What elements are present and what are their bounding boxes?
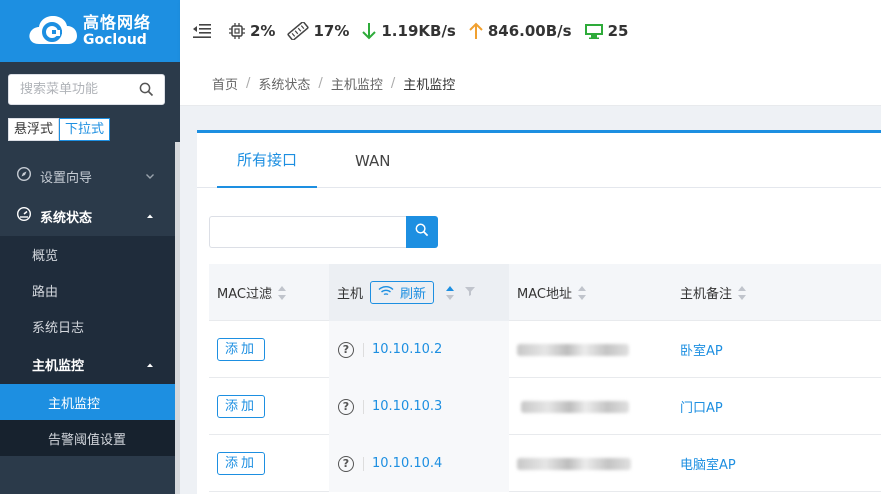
breadcrumb-system-status[interactable]: 系统状态 (258, 74, 310, 93)
sidebar-item-system-log[interactable]: 系统日志 (0, 308, 175, 344)
cloud-logo-icon (27, 14, 79, 48)
sidebar-item-host-monitor-group[interactable]: 主机监控 (0, 344, 175, 384)
wifi-icon (378, 285, 394, 301)
unknown-device-icon: ? (338, 398, 354, 415)
host-filter (209, 216, 438, 248)
mac-address-redacted (517, 343, 629, 356)
add-mac-filter-button[interactable]: 添加 (217, 395, 266, 418)
host-remark-link[interactable]: 卧室AP (680, 340, 723, 359)
mac-address-redacted (517, 457, 631, 470)
brand-logo[interactable]: 高恪网络 Gocloud (0, 0, 180, 62)
caret-up-icon (145, 359, 155, 374)
breadcrumb-separator: / (390, 76, 396, 91)
dashboard-gauge-icon (16, 206, 32, 226)
table-row: 添加 ? 10.10.10.3 门口AP (209, 378, 881, 435)
add-mac-filter-button[interactable]: 添加 (217, 452, 266, 475)
menu-collapse-icon[interactable] (192, 23, 212, 39)
filter-funnel-icon[interactable] (464, 285, 476, 301)
host-monitor-submenu: 主机监控 告警阈值设置 (0, 384, 175, 456)
dropdown-mode-button[interactable]: 下拉式 (59, 118, 111, 141)
column-host[interactable]: 主机 刷新 (329, 264, 509, 321)
host-ip-link[interactable]: 10.10.10.4 (372, 456, 442, 471)
download-arrow-icon (361, 22, 377, 40)
breadcrumb-current: 主机监控 (403, 78, 456, 93)
refresh-button[interactable]: 刷新 (370, 281, 435, 304)
monitor-icon (584, 22, 604, 40)
compass-icon (16, 166, 32, 186)
unknown-device-icon: ? (338, 455, 354, 472)
memory-icon (287, 22, 310, 40)
sidebar: 悬浮式 下拉式 设置向导 系统状态 概览 路由 系统日志 (0, 62, 180, 494)
host-table: MAC过滤 主机 刷新 MAC地址 主机备注 添加 ? 10.10.10.2 卧… (209, 264, 881, 492)
sidebar-item-overview[interactable]: 概览 (0, 236, 175, 272)
brand-name-cn: 高恪网络 (83, 13, 152, 32)
interface-tabs: 所有接口 WAN (197, 133, 881, 188)
add-mac-filter-button[interactable]: 添加 (217, 338, 266, 361)
host-remark-link[interactable]: 电脑室AP (680, 454, 736, 473)
sidebar-item-label: 系统状态 (40, 210, 93, 226)
system-status-submenu: 概览 路由 系统日志 主机监控 主机监控 告警阈值设置 (0, 236, 175, 456)
brand-name-en: Gocloud (83, 32, 147, 48)
column-mac-address[interactable]: MAC地址 (509, 264, 672, 321)
sort-icon[interactable] (738, 285, 747, 300)
sort-icon[interactable] (277, 285, 286, 300)
caret-up-icon (145, 210, 155, 225)
column-host-remark[interactable]: 主机备注 (672, 264, 872, 321)
sidebar-item-label: 设置向导 (40, 170, 93, 186)
breadcrumb: 首页 / 系统状态 / 主机监控 / 主机监控 (180, 62, 881, 106)
sort-icon[interactable] (446, 285, 455, 300)
sidebar-item-routing[interactable]: 路由 (0, 272, 175, 308)
host-search-input[interactable] (209, 216, 406, 248)
upload-arrow-icon (468, 22, 484, 40)
table-header: MAC过滤 主机 刷新 MAC地址 主机备注 (209, 264, 881, 321)
table-row: 添加 ? 10.10.10.2 卧室AP (209, 321, 881, 378)
sidebar-item-setup-wizard[interactable]: 设置向导 (0, 156, 175, 196)
tab-all-interfaces[interactable]: 所有接口 (217, 133, 318, 188)
cpu-icon (228, 22, 246, 40)
host-monitor-panel: 所有接口 WAN MAC过滤 主机 刷新 MAC地址 主机备注 添加 ? 10.… (197, 130, 881, 494)
sort-icon[interactable] (577, 285, 586, 300)
memory-usage: 17% (287, 22, 349, 40)
cpu-usage: 2% (228, 22, 275, 40)
sidebar-item-alarm-threshold[interactable]: 告警阈值设置 (0, 420, 175, 456)
host-remark-link[interactable]: 门口AP (680, 397, 723, 416)
breadcrumb-home[interactable]: 首页 (212, 74, 238, 93)
host-search-button[interactable] (406, 216, 438, 248)
menu-search-input[interactable] (9, 75, 134, 104)
download-speed: 1.19KB/s (361, 22, 456, 40)
breadcrumb-separator: / (246, 76, 251, 91)
chevron-down-icon (145, 170, 155, 185)
sidebar-menu: 设置向导 系统状态 概览 路由 系统日志 主机监控 主机监控 告警阈值设置 (0, 156, 175, 456)
sidebar-item-system-status[interactable]: 系统状态 (0, 196, 175, 236)
menu-search-box (8, 74, 165, 105)
breadcrumb-host-monitor[interactable]: 主机监控 (331, 74, 383, 93)
host-ip-link[interactable]: 10.10.10.3 (372, 399, 442, 414)
breadcrumb-separator: / (318, 76, 323, 91)
column-mac-filter[interactable]: MAC过滤 (209, 264, 329, 321)
online-hosts: 25 (584, 22, 628, 40)
float-mode-button[interactable]: 悬浮式 (8, 118, 60, 141)
tab-wan[interactable]: WAN (335, 133, 411, 188)
search-icon (415, 223, 429, 241)
host-ip-link[interactable]: 10.10.10.2 (372, 342, 442, 357)
sidebar-item-host-monitor[interactable]: 主机监控 (0, 384, 175, 420)
upload-speed: 846.00B/s (468, 22, 572, 40)
sidebar-scrollbar[interactable] (175, 142, 180, 494)
top-status-bar: 2% 17% 1.19KB/s 846.00B/s 25 (180, 0, 881, 62)
unknown-device-icon: ? (338, 341, 354, 358)
search-icon[interactable] (139, 82, 154, 101)
table-row: 添加 ? 10.10.10.4 电脑室AP (209, 435, 881, 492)
mac-address-redacted (521, 400, 629, 413)
menu-mode-switch: 悬浮式 下拉式 (8, 118, 111, 141)
